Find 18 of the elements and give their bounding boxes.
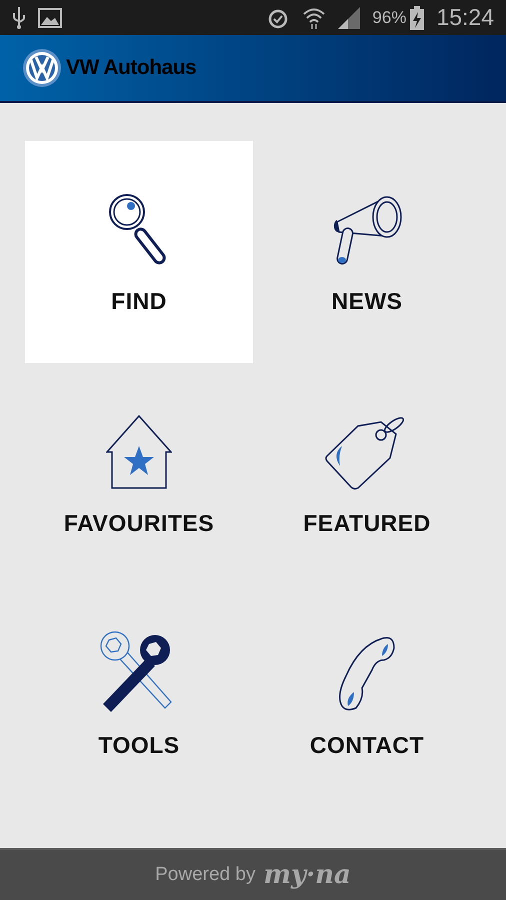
wifi-icon bbox=[302, 6, 326, 28]
brand-logo: my·na bbox=[263, 858, 351, 892]
menu-tile[interactable]: FIND bbox=[25, 141, 253, 363]
battery-percent: 96% bbox=[372, 6, 406, 29]
image-icon bbox=[38, 8, 62, 28]
menu-tile[interactable]: FEATURED bbox=[253, 363, 481, 585]
clock-time: 15:24 bbox=[436, 3, 494, 32]
menu-tile[interactable]: CONTACT bbox=[253, 585, 481, 807]
logo-icon bbox=[22, 48, 62, 88]
house-star-icon bbox=[106, 414, 172, 490]
battery-charging-icon bbox=[410, 6, 424, 30]
menu-tile[interactable]: FAVOURITES bbox=[25, 363, 253, 585]
menu-tile[interactable]: TOOLS bbox=[25, 585, 253, 807]
menu-tile[interactable]: NEWS bbox=[253, 141, 481, 363]
powered-by-text: Powered by bbox=[155, 862, 256, 887]
app-title: VW Autohaus bbox=[66, 55, 196, 82]
signal-icon bbox=[338, 6, 360, 28]
usb-icon bbox=[12, 6, 26, 28]
